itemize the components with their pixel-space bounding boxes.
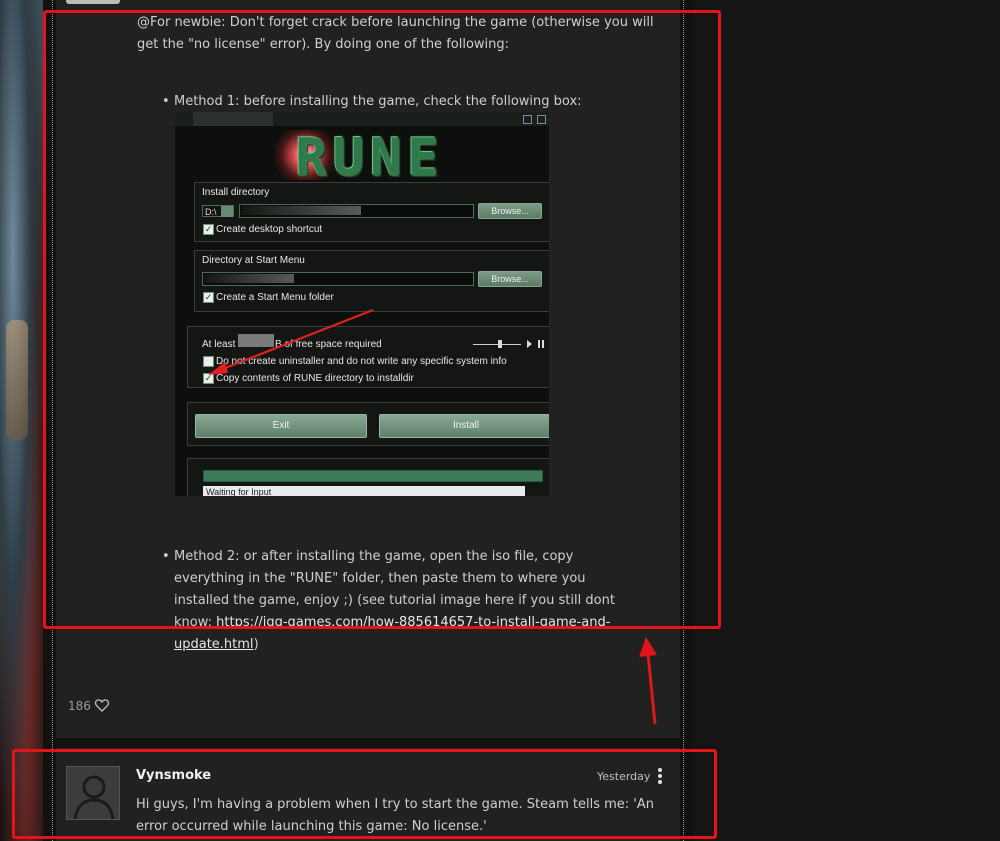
highlight-up-arrow-icon (639, 637, 657, 725)
